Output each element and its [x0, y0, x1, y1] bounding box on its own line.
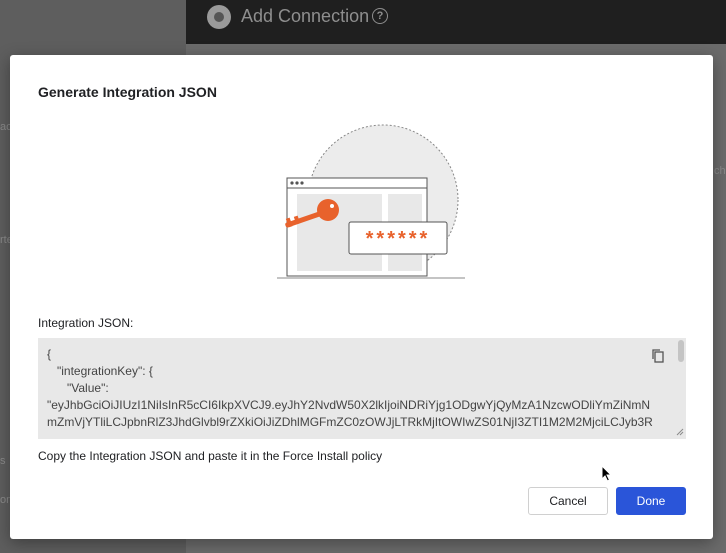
- integration-json-label: Integration JSON:: [38, 316, 134, 330]
- resize-grip-icon[interactable]: [676, 428, 684, 436]
- help-icon: ?: [372, 8, 388, 24]
- mouse-cursor-icon: [601, 465, 613, 482]
- password-mask: ******: [366, 228, 431, 250]
- scrollbar-thumb[interactable]: [678, 340, 684, 362]
- background-fragment: ch: [714, 165, 726, 177]
- integration-json-content[interactable]: { "integrationKey": { "Value": "eyJhbGci…: [47, 346, 672, 431]
- background-fragment: s: [0, 455, 6, 467]
- done-button[interactable]: Done: [616, 487, 686, 515]
- instruction-text: Copy the Integration JSON and paste it i…: [38, 449, 383, 463]
- key-illustration: ******: [277, 124, 465, 279]
- integration-json-textarea[interactable]: { "integrationKey": { "Value": "eyJhbGci…: [38, 338, 686, 439]
- chrome-icon: [207, 5, 231, 29]
- copy-icon[interactable]: [650, 348, 666, 364]
- background-page-title: Add Connection: [241, 6, 370, 26]
- cancel-button[interactable]: Cancel: [528, 487, 608, 515]
- dialog-title: Generate Integration JSON: [38, 84, 217, 100]
